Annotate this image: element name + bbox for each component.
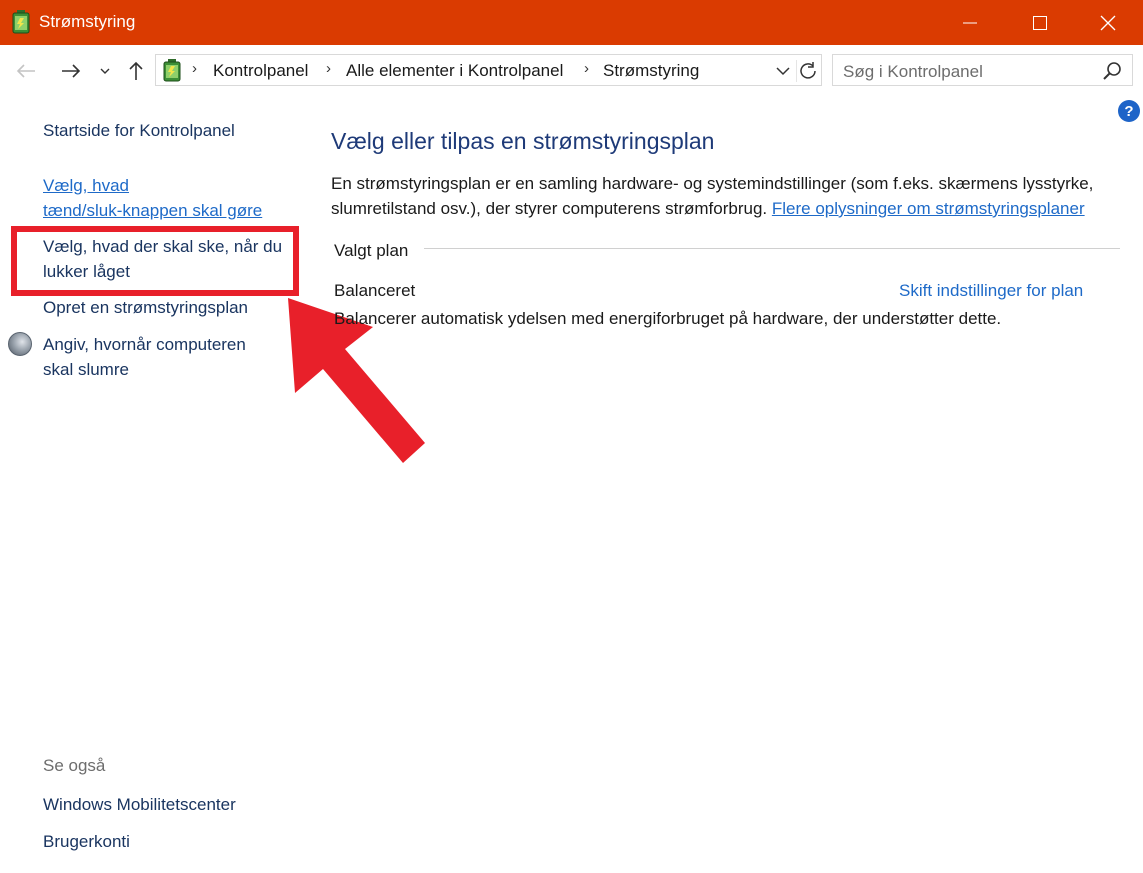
- navigation-bar: › Kontrolpanel › Alle elementer i Kontro…: [0, 45, 1143, 97]
- chevron-down-icon: [100, 68, 110, 74]
- annotation-highlight-box: [11, 226, 299, 296]
- sidebar-create-plan-link[interactable]: Opret en strømstyringsplan: [43, 295, 248, 320]
- refresh-icon: [800, 62, 816, 79]
- breadcrumb-kontrolpanel[interactable]: Kontrolpanel: [213, 61, 308, 81]
- breadcrumb-separator-icon: ›: [326, 60, 331, 77]
- minimize-button[interactable]: [935, 0, 1005, 45]
- sidebar-power-button-link[interactable]: Vælg, hvad tænd/sluk-knappen skal gøre: [43, 173, 262, 223]
- page-title: Vælg eller tilpas en strømstyringsplan: [331, 128, 715, 154]
- forward-button[interactable]: [59, 59, 83, 83]
- back-button[interactable]: [14, 59, 38, 83]
- see-also-heading: Se også: [43, 756, 106, 775]
- sidebar-home-link[interactable]: Startside for Kontrolpanel: [43, 118, 235, 143]
- chevron-down-icon: [776, 66, 790, 75]
- control-panel-icon: [163, 59, 181, 82]
- address-dropdown-button[interactable]: [773, 61, 793, 81]
- window-title: Strømstyring: [39, 12, 136, 31]
- sidebar-sleep-link[interactable]: Angiv, hvornår computeren skal slumre: [43, 332, 246, 382]
- breadcrumb-alle-elementer[interactable]: Alle elementer i Kontrolpanel: [346, 61, 563, 81]
- breadcrumb-separator-icon: ›: [192, 60, 197, 77]
- recent-locations-button[interactable]: [94, 59, 116, 83]
- address-bar[interactable]: › Kontrolpanel › Alle elementer i Kontro…: [155, 54, 822, 86]
- help-icon[interactable]: ?: [1118, 100, 1140, 122]
- arrow-left-icon: [16, 64, 35, 78]
- refresh-button[interactable]: [796, 60, 819, 82]
- search-icon[interactable]: [1102, 61, 1122, 81]
- sidebar-user-accounts-link[interactable]: Brugerkonti: [43, 829, 130, 854]
- arrow-up-icon: [129, 61, 143, 80]
- breadcrumb-separator-icon: ›: [584, 60, 589, 77]
- breadcrumb-stromstyring[interactable]: Strømstyring: [603, 61, 699, 81]
- change-plan-settings-link[interactable]: Skift indstillinger for plan: [899, 281, 1083, 301]
- maximize-icon: [1033, 15, 1047, 30]
- selected-plan-heading: Valgt plan: [334, 241, 409, 260]
- maximize-button[interactable]: [1005, 0, 1075, 45]
- close-button[interactable]: [1073, 0, 1143, 45]
- more-info-link[interactable]: Flere oplysninger om strømstyringsplaner: [772, 199, 1085, 218]
- search-box[interactable]: Søg i Kontrolpanel: [832, 54, 1133, 86]
- page-description: En strømstyringsplan er en samling hardw…: [331, 174, 1094, 218]
- section-divider: [424, 248, 1120, 249]
- plan-description: Balancerer automatisk ydelsen med energi…: [334, 309, 1002, 328]
- title-bar: Strømstyring: [0, 0, 1143, 45]
- search-input[interactable]: Søg i Kontrolpanel: [843, 62, 983, 82]
- moon-icon: [8, 332, 32, 356]
- plan-name: Balanceret: [334, 281, 416, 300]
- battery-icon: [12, 10, 30, 34]
- arrow-right-icon: [62, 64, 81, 78]
- sidebar-mobility-center-link[interactable]: Windows Mobilitetscenter: [43, 792, 236, 817]
- up-button[interactable]: [124, 59, 148, 83]
- minimize-icon: [963, 22, 977, 23]
- close-icon: [1100, 15, 1116, 30]
